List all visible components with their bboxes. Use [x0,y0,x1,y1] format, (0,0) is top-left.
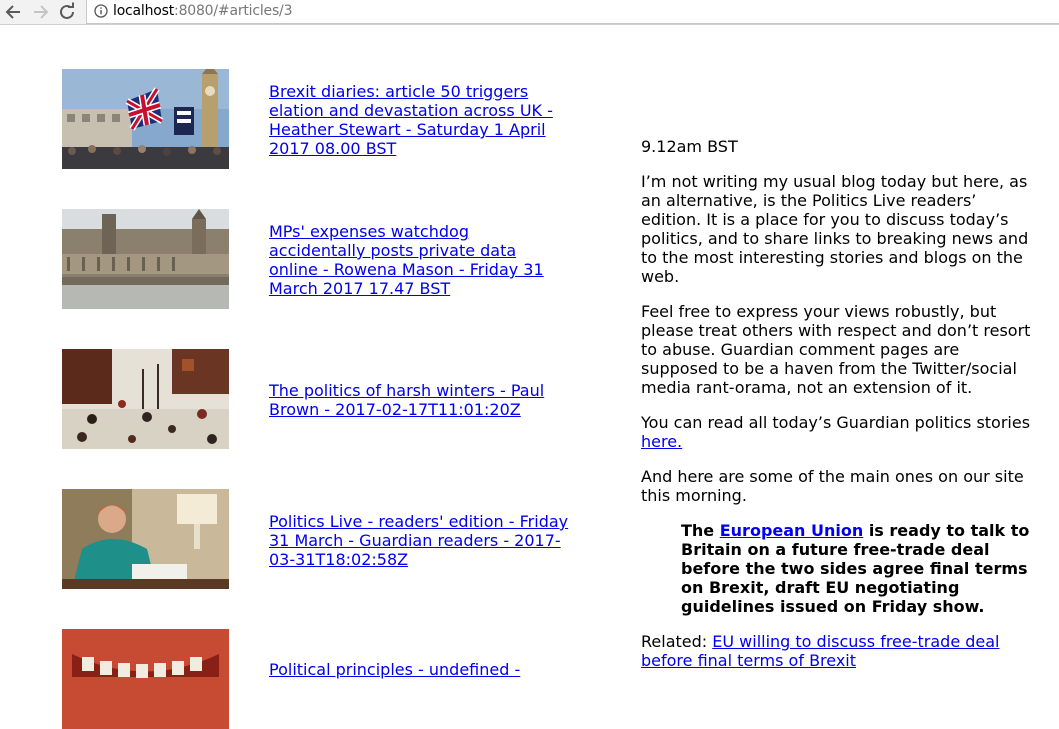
timestamp: 9.12am BST [641,137,738,156]
article-thumbnail-winter-painting[interactable] [62,349,229,449]
european-union-link[interactable]: European Union [720,521,864,540]
paragraph: Feel free to express your views robustly… [641,302,1031,397]
article-thumbnail-brexit-protest[interactable] [62,69,229,169]
browser-toolbar: localhost:8080/#articles/3 [0,0,1059,25]
address-bar[interactable]: localhost:8080/#articles/3 [86,0,1059,24]
reload-button[interactable] [56,1,78,23]
forward-arrow-icon [34,5,49,19]
reload-icon [60,2,74,19]
forward-button[interactable] [29,1,51,23]
related-line: Related: EU willing to discuss free-trad… [641,632,1036,670]
article-link[interactable]: Brexit diaries: article 50 triggers elat… [269,82,569,158]
article-link[interactable]: Political principles - undefined - [269,660,569,679]
quote-text: The [681,521,720,540]
paragraph-text: You can read all today’s Guardian politi… [641,413,1031,432]
back-arrow-icon [5,5,20,19]
back-button[interactable] [3,1,25,23]
article-body: 9.12am BST I’m not writing my usual blog… [641,137,1036,686]
paragraph: And here are some of the main ones on ou… [641,467,1024,505]
article-thumbnail-parliament[interactable] [62,209,229,309]
url-host: localhost [113,3,175,19]
related-label: Related: [641,632,713,651]
article-item: Political principles - undefined - [62,629,582,729]
paragraph: I’m not writing my usual blog today but … [641,172,1029,286]
url-text: localhost:8080/#articles/3 [113,3,292,19]
article-item: Brexit diaries: article 50 triggers elat… [62,69,582,169]
info-icon[interactable] [94,4,108,23]
quote-block: The European Union is ready to talk to B… [681,521,1036,616]
article-link[interactable]: Politics Live - readers' edition - Frida… [269,512,569,569]
article-item: MPs' expenses watchdog accidentally post… [62,209,582,309]
paragraph: You can read all today’s Guardian politi… [641,413,1036,451]
article-item: The politics of harsh winters - Paul Bro… [62,349,582,449]
article-link[interactable]: The politics of harsh winters - Paul Bro… [269,381,569,419]
article-link[interactable]: MPs' expenses watchdog accidentally post… [269,222,569,298]
politics-stories-link[interactable]: here. [641,432,682,451]
url-path: :8080/#articles/3 [174,3,293,19]
article-thumbnail-signing-letter[interactable] [62,489,229,589]
article-thumbnail-mouth[interactable] [62,629,229,729]
article-item: Politics Live - readers' edition - Frida… [62,489,582,589]
